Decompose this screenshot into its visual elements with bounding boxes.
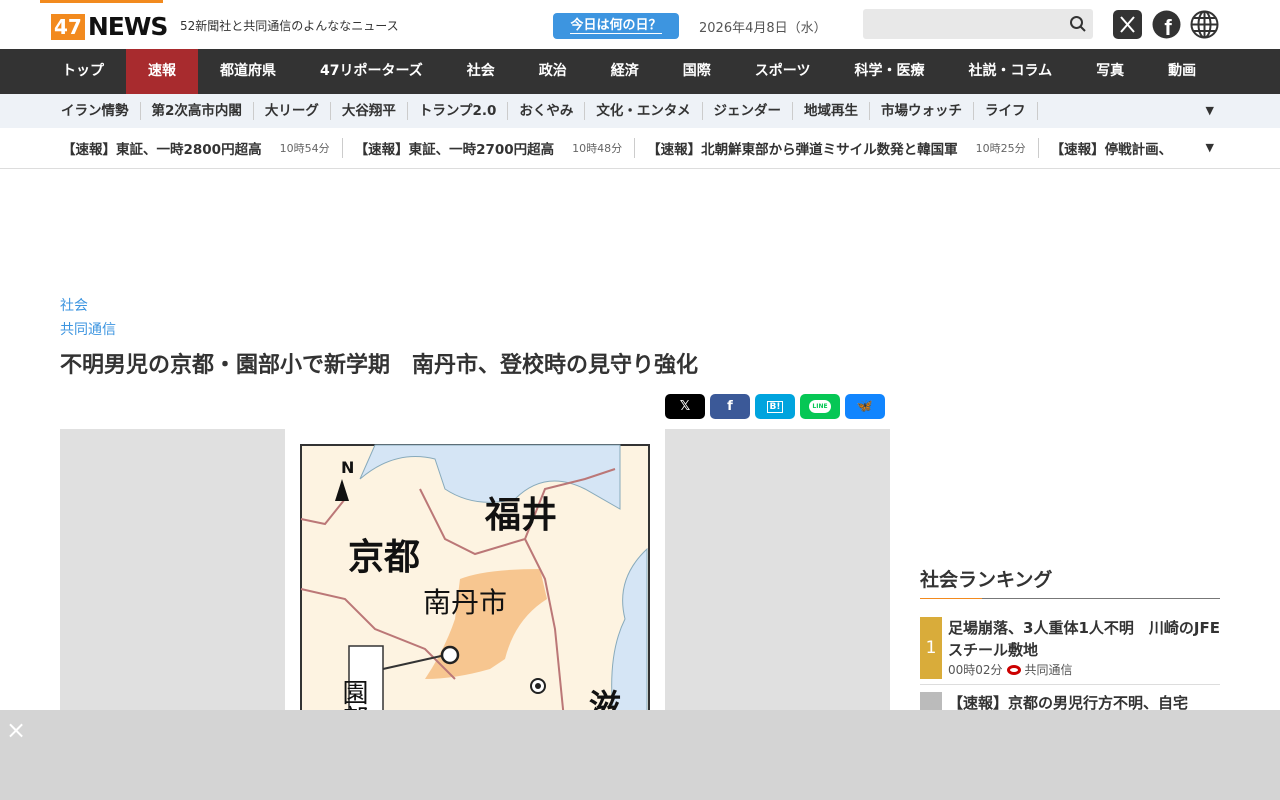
main-nav: トップ 速報 都道府県 47リポーターズ 社会 政治 経済 国際 スポーツ 科学…: [0, 49, 1280, 94]
tagline: 52新聞社と共同通信のよんななニュース: [180, 19, 399, 33]
breaking-ticker: 【速報】東証、一時2800円超高 10時54分 【速報】東証、一時2700円超高 1…: [0, 128, 1280, 169]
chevron-down-icon[interactable]: ▼: [1201, 141, 1214, 154]
map-label-kyoto: 京都: [348, 536, 420, 578]
share-line-button[interactable]: LINE: [800, 394, 840, 419]
globe-icon[interactable]: [1190, 10, 1219, 39]
sub-nav: イラン情勢 第2次高市内閣 大リーグ 大谷翔平 トランプ2.0 おくやみ 文化・…: [0, 94, 1280, 128]
hatena-icon: B!: [766, 400, 784, 413]
map-north-label: N: [341, 458, 354, 477]
ticker-time: 10時54分: [279, 142, 330, 155]
share-facebook-button[interactable]: f: [710, 394, 750, 419]
map-label-nantan: 南丹市: [423, 586, 507, 619]
nav-society[interactable]: 社会: [445, 49, 517, 94]
map-label-fukui: 福井: [484, 495, 557, 536]
ticker-title: 【速報】東証、一時2800円超高: [62, 142, 262, 158]
subnav-item[interactable]: ライフ: [974, 102, 1038, 120]
logo[interactable]: 47 NEWS: [51, 12, 169, 41]
article-title: 不明男児の京都・園部小で新学期 南丹市、登校時の見守り強化: [60, 353, 699, 378]
chevron-down-icon[interactable]: ▼: [1206, 104, 1214, 117]
x-icon[interactable]: [1113, 10, 1142, 39]
share-hatena-button[interactable]: B!: [755, 394, 795, 419]
bluesky-icon: 🦋: [856, 399, 874, 414]
ranking-item-source: 共同通信: [1024, 663, 1073, 677]
bottom-ad-banner: ×: [0, 710, 1280, 800]
nav-international[interactable]: 国際: [661, 49, 733, 94]
nav-videos[interactable]: 動画: [1146, 49, 1218, 94]
nav-reporters[interactable]: 47リポーターズ: [298, 49, 445, 94]
facebook-icon: f: [727, 399, 733, 414]
date: 2026年4月8日（水）: [699, 21, 827, 36]
nav-economy[interactable]: 経済: [589, 49, 661, 94]
subnav-item[interactable]: イラン情勢: [50, 102, 141, 120]
subnav-item[interactable]: 第2次高市内閣: [141, 102, 254, 120]
ticker-item[interactable]: 【速報】東証、一時2700円超高 10時48分: [343, 138, 636, 158]
line-icon: LINE: [809, 400, 831, 413]
share-bluesky-button[interactable]: 🦋: [845, 394, 885, 419]
ticker-time: 10時25分: [975, 142, 1026, 155]
nav-prefectures[interactable]: 都道府県: [198, 49, 298, 94]
logo-text: NEWS: [87, 12, 169, 41]
subnav-item[interactable]: 文化・エンタメ: [585, 102, 703, 120]
subnav-item[interactable]: 大リーグ: [254, 102, 331, 120]
nav-sports[interactable]: スポーツ: [733, 49, 833, 94]
ranking-title: 社会ランキング: [920, 569, 1053, 591]
ticker-title: 【速報】東証、一時2700円超高: [354, 142, 555, 158]
ticker-item[interactable]: 【速報】北朝鮮東部から弾道ミサイル数発と韓国軍 10時25分: [635, 138, 1039, 158]
nav-photos[interactable]: 写真: [1074, 49, 1146, 94]
subnav-item[interactable]: トランプ2.0: [408, 102, 509, 120]
subnav-item[interactable]: 地域再生: [793, 102, 871, 120]
ranking-item-title: 足場崩落、3人重体1人不明 川崎のJFEスチール敷地: [948, 619, 1220, 659]
article-map-image[interactable]: N 福井 京都 南丹市 園部 滋賀: [285, 429, 665, 753]
svg-text:f: f: [1164, 15, 1172, 39]
rank-badge: 1: [920, 617, 942, 679]
ticker-title: 【速報】停戦計画、: [1050, 142, 1173, 158]
search-input[interactable]: [863, 9, 1093, 39]
ranking-divider: [920, 598, 1220, 599]
logo-accent: [40, 0, 163, 3]
x-icon: 𝕏: [679, 399, 691, 414]
ranking-item[interactable]: 1 足場崩落、3人重体1人不明 川崎のJFEスチール敷地 00時02分 共同通信: [920, 617, 1220, 685]
today-button[interactable]: 今日は何の日？: [553, 13, 679, 39]
today-button-label: 今日は何の日？: [570, 18, 662, 34]
facebook-icon[interactable]: f: [1152, 10, 1181, 39]
nav-top[interactable]: トップ: [40, 49, 126, 94]
article-category[interactable]: 社会: [60, 295, 88, 315]
search-icon[interactable]: [1069, 15, 1087, 33]
ticker-title: 【速報】北朝鮮東部から弾道ミサイル数発と韓国軍: [647, 142, 958, 158]
kyodo-logo-icon: [1006, 664, 1021, 675]
subnav-item[interactable]: おくやみ: [508, 102, 586, 120]
subnav-item[interactable]: ジェンダー: [703, 102, 794, 120]
subnav-item[interactable]: 市場ウォッチ: [870, 102, 975, 120]
nav-science[interactable]: 科学・医療: [833, 49, 947, 94]
header: 47 NEWS 52新聞社と共同通信のよんななニュース 今日は何の日？ 2026年…: [0, 0, 1280, 49]
nav-politics[interactable]: 政治: [517, 49, 589, 94]
article-source[interactable]: 共同通信: [60, 319, 116, 339]
sonobe-marker-icon: [440, 645, 460, 665]
close-icon[interactable]: ×: [6, 718, 26, 742]
subnav-item[interactable]: 大谷翔平: [331, 102, 408, 120]
ticker-time: 10時48分: [572, 142, 623, 155]
logo-number: 47: [51, 13, 85, 40]
ticker-item[interactable]: 【速報】停戦計画、: [1039, 138, 1185, 158]
nav-columns[interactable]: 社説・コラム: [947, 49, 1075, 94]
nav-breaking[interactable]: 速報: [126, 49, 198, 94]
share-x-button[interactable]: 𝕏: [665, 394, 705, 419]
ticker-item[interactable]: 【速報】東証、一時2800円超高 10時54分: [50, 138, 343, 158]
ranking-item-time: 00時02分: [948, 663, 1003, 677]
